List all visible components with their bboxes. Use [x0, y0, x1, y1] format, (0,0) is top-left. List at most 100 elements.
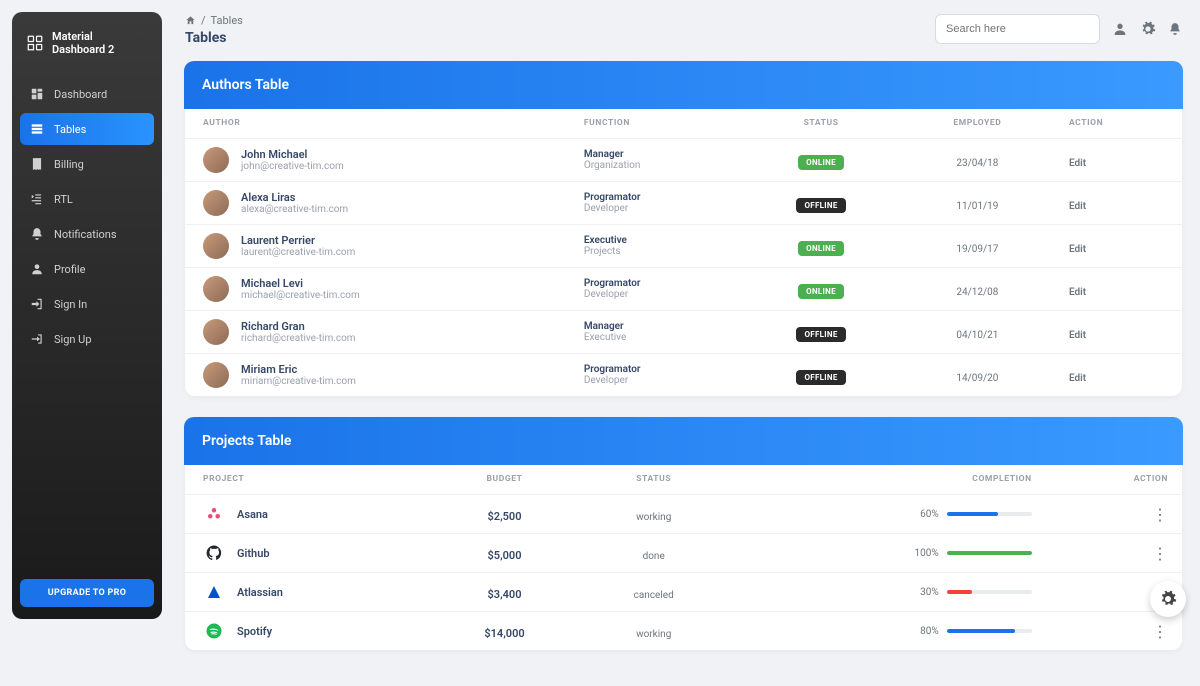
- author-dept: Organization: [584, 160, 728, 171]
- breadcrumb-current: Tables: [211, 14, 243, 27]
- table-row: Michael Levimichael@creative-tim.comProg…: [185, 268, 1182, 311]
- project-budget: $3,400: [488, 588, 522, 601]
- sidebar-item-profile[interactable]: Profile: [20, 253, 154, 285]
- table-row: Github$5,000done100%⋮: [185, 534, 1182, 573]
- author-name: Michael Levi: [241, 277, 360, 290]
- author-email: alexa@creative-tim.com: [241, 204, 348, 215]
- upgrade-button[interactable]: UPGRADE TO PRO: [20, 579, 154, 607]
- projects-th-status: STATUS: [579, 464, 728, 495]
- breadcrumb: / Tables: [185, 14, 243, 27]
- author-email: miriam@creative-tim.com: [241, 376, 356, 387]
- edit-link[interactable]: Edit: [1069, 158, 1086, 169]
- authors-card: Authors Table AUTHORFUNCTIONSTATUSEMPLOY…: [185, 61, 1182, 396]
- authors-th-action: ACTION: [1055, 108, 1182, 139]
- sidebar-item-dashboard[interactable]: Dashboard: [20, 78, 154, 110]
- author-name: Alexa Liras: [241, 191, 348, 204]
- projects-th-completion: COMPLETION: [728, 464, 1046, 495]
- more-icon[interactable]: ⋮: [1152, 622, 1168, 641]
- author-role: Manager: [584, 321, 728, 332]
- settings-fab[interactable]: [1150, 581, 1186, 617]
- sidebar-item-tables[interactable]: Tables: [20, 113, 154, 145]
- author-name: Richard Gran: [241, 320, 356, 333]
- projects-card-title: Projects Table: [184, 417, 1183, 465]
- gear-icon[interactable]: [1140, 21, 1156, 37]
- project-name: Github: [237, 547, 270, 560]
- project-name: Asana: [237, 508, 268, 521]
- progress-bar: [947, 551, 1032, 555]
- project-icon: [203, 542, 225, 564]
- nav-list: Dashboard Tables Billing RTLNotifications Pr…: [12, 70, 162, 579]
- employed-date: 14/09/20: [956, 373, 998, 384]
- table-row: Alexa Lirasalexa@creative-tim.com Program…: [185, 182, 1182, 225]
- project-budget: $5,000: [488, 549, 522, 562]
- search-input[interactable]: [935, 14, 1100, 44]
- sidebar-item-label: Sign Up: [54, 333, 92, 346]
- project-budget: $2,500: [488, 510, 522, 523]
- receipt-icon: [30, 157, 44, 171]
- progress-bar: [947, 512, 1032, 516]
- project-budget: $14,000: [484, 627, 524, 640]
- status-badge: ONLINE: [798, 241, 844, 256]
- completion-pct: 30%: [920, 587, 939, 598]
- avatar: [203, 319, 229, 345]
- login-icon: [30, 297, 44, 311]
- sidebar-item-rtl[interactable]: RTL: [20, 183, 154, 215]
- author-dept: Developer: [584, 375, 728, 386]
- topbar: / Tables Tables: [185, 14, 1182, 46]
- account-icon[interactable]: [1112, 21, 1128, 37]
- table-row: Asana$2,500working60%⋮: [185, 495, 1182, 534]
- projects-th-action: ACTION: [1046, 464, 1182, 495]
- edit-link[interactable]: Edit: [1069, 201, 1086, 212]
- author-role: Manager: [584, 149, 728, 160]
- author-name: Laurent Perrier: [241, 234, 355, 247]
- more-icon[interactable]: ⋮: [1152, 505, 1168, 524]
- page-title: Tables: [185, 30, 243, 46]
- sidebar-item-label: Billing: [54, 158, 84, 171]
- sidebar-item-billing[interactable]: Billing: [20, 148, 154, 180]
- bell-icon: [30, 227, 44, 241]
- author-dept: Executive: [584, 332, 728, 343]
- sidebar-item-notifications[interactable]: Notifications: [20, 218, 154, 250]
- authors-th-status: STATUS: [742, 108, 899, 139]
- status-badge: OFFLINE: [796, 327, 845, 342]
- avatar: [203, 147, 229, 173]
- author-email: richard@creative-tim.com: [241, 333, 356, 344]
- authors-table: AUTHORFUNCTIONSTATUSEMPLOYEDACTION John …: [185, 108, 1182, 396]
- breadcrumb-block: / Tables Tables: [185, 14, 243, 46]
- table-row: Miriam Ericmiriam@creative-tim.comProgra…: [185, 354, 1182, 397]
- home-icon[interactable]: [185, 15, 196, 26]
- author-email: laurent@creative-tim.com: [241, 247, 355, 258]
- projects-thead: PROJECTBUDGETSTATUSCOMPLETIONACTION: [185, 464, 1182, 495]
- edit-link[interactable]: Edit: [1069, 244, 1086, 255]
- brand: Material Dashboard 2: [12, 24, 162, 70]
- table-icon: [30, 122, 44, 136]
- sidebar-item-sign-in[interactable]: Sign In: [20, 288, 154, 320]
- employed-date: 24/12/08: [956, 287, 998, 298]
- author-email: john@creative-tim.com: [241, 161, 344, 172]
- bell-icon[interactable]: [1168, 22, 1182, 36]
- progress-bar: [947, 629, 1032, 633]
- sidebar-item-sign-up[interactable]: Sign Up: [20, 323, 154, 355]
- table-row: John Michaeljohn@creative-tim.comManager…: [185, 139, 1182, 182]
- sidebar-item-label: Profile: [54, 263, 85, 276]
- project-name: Atlassian: [237, 586, 283, 599]
- authors-th-employed: EMPLOYED: [900, 108, 1055, 139]
- edit-link[interactable]: Edit: [1069, 330, 1086, 341]
- edit-link[interactable]: Edit: [1069, 287, 1086, 298]
- avatar: [203, 233, 229, 259]
- more-icon[interactable]: ⋮: [1152, 544, 1168, 563]
- completion-pct: 80%: [920, 626, 939, 637]
- table-row: Richard Granrichard@creative-tim.com Mana…: [185, 311, 1182, 354]
- author-dept: Projects: [584, 246, 728, 257]
- status-badge: ONLINE: [798, 155, 844, 170]
- author-role: Programator: [584, 192, 728, 203]
- author-dept: Developer: [584, 289, 728, 300]
- sidebar-item-label: Dashboard: [54, 88, 107, 101]
- edit-link[interactable]: Edit: [1069, 373, 1086, 384]
- brand-icon: [26, 34, 44, 52]
- signup-icon: [30, 332, 44, 346]
- status-badge: ONLINE: [798, 284, 844, 299]
- avatar: [203, 190, 229, 216]
- project-status: working: [636, 512, 671, 523]
- employed-date: 19/09/17: [956, 244, 998, 255]
